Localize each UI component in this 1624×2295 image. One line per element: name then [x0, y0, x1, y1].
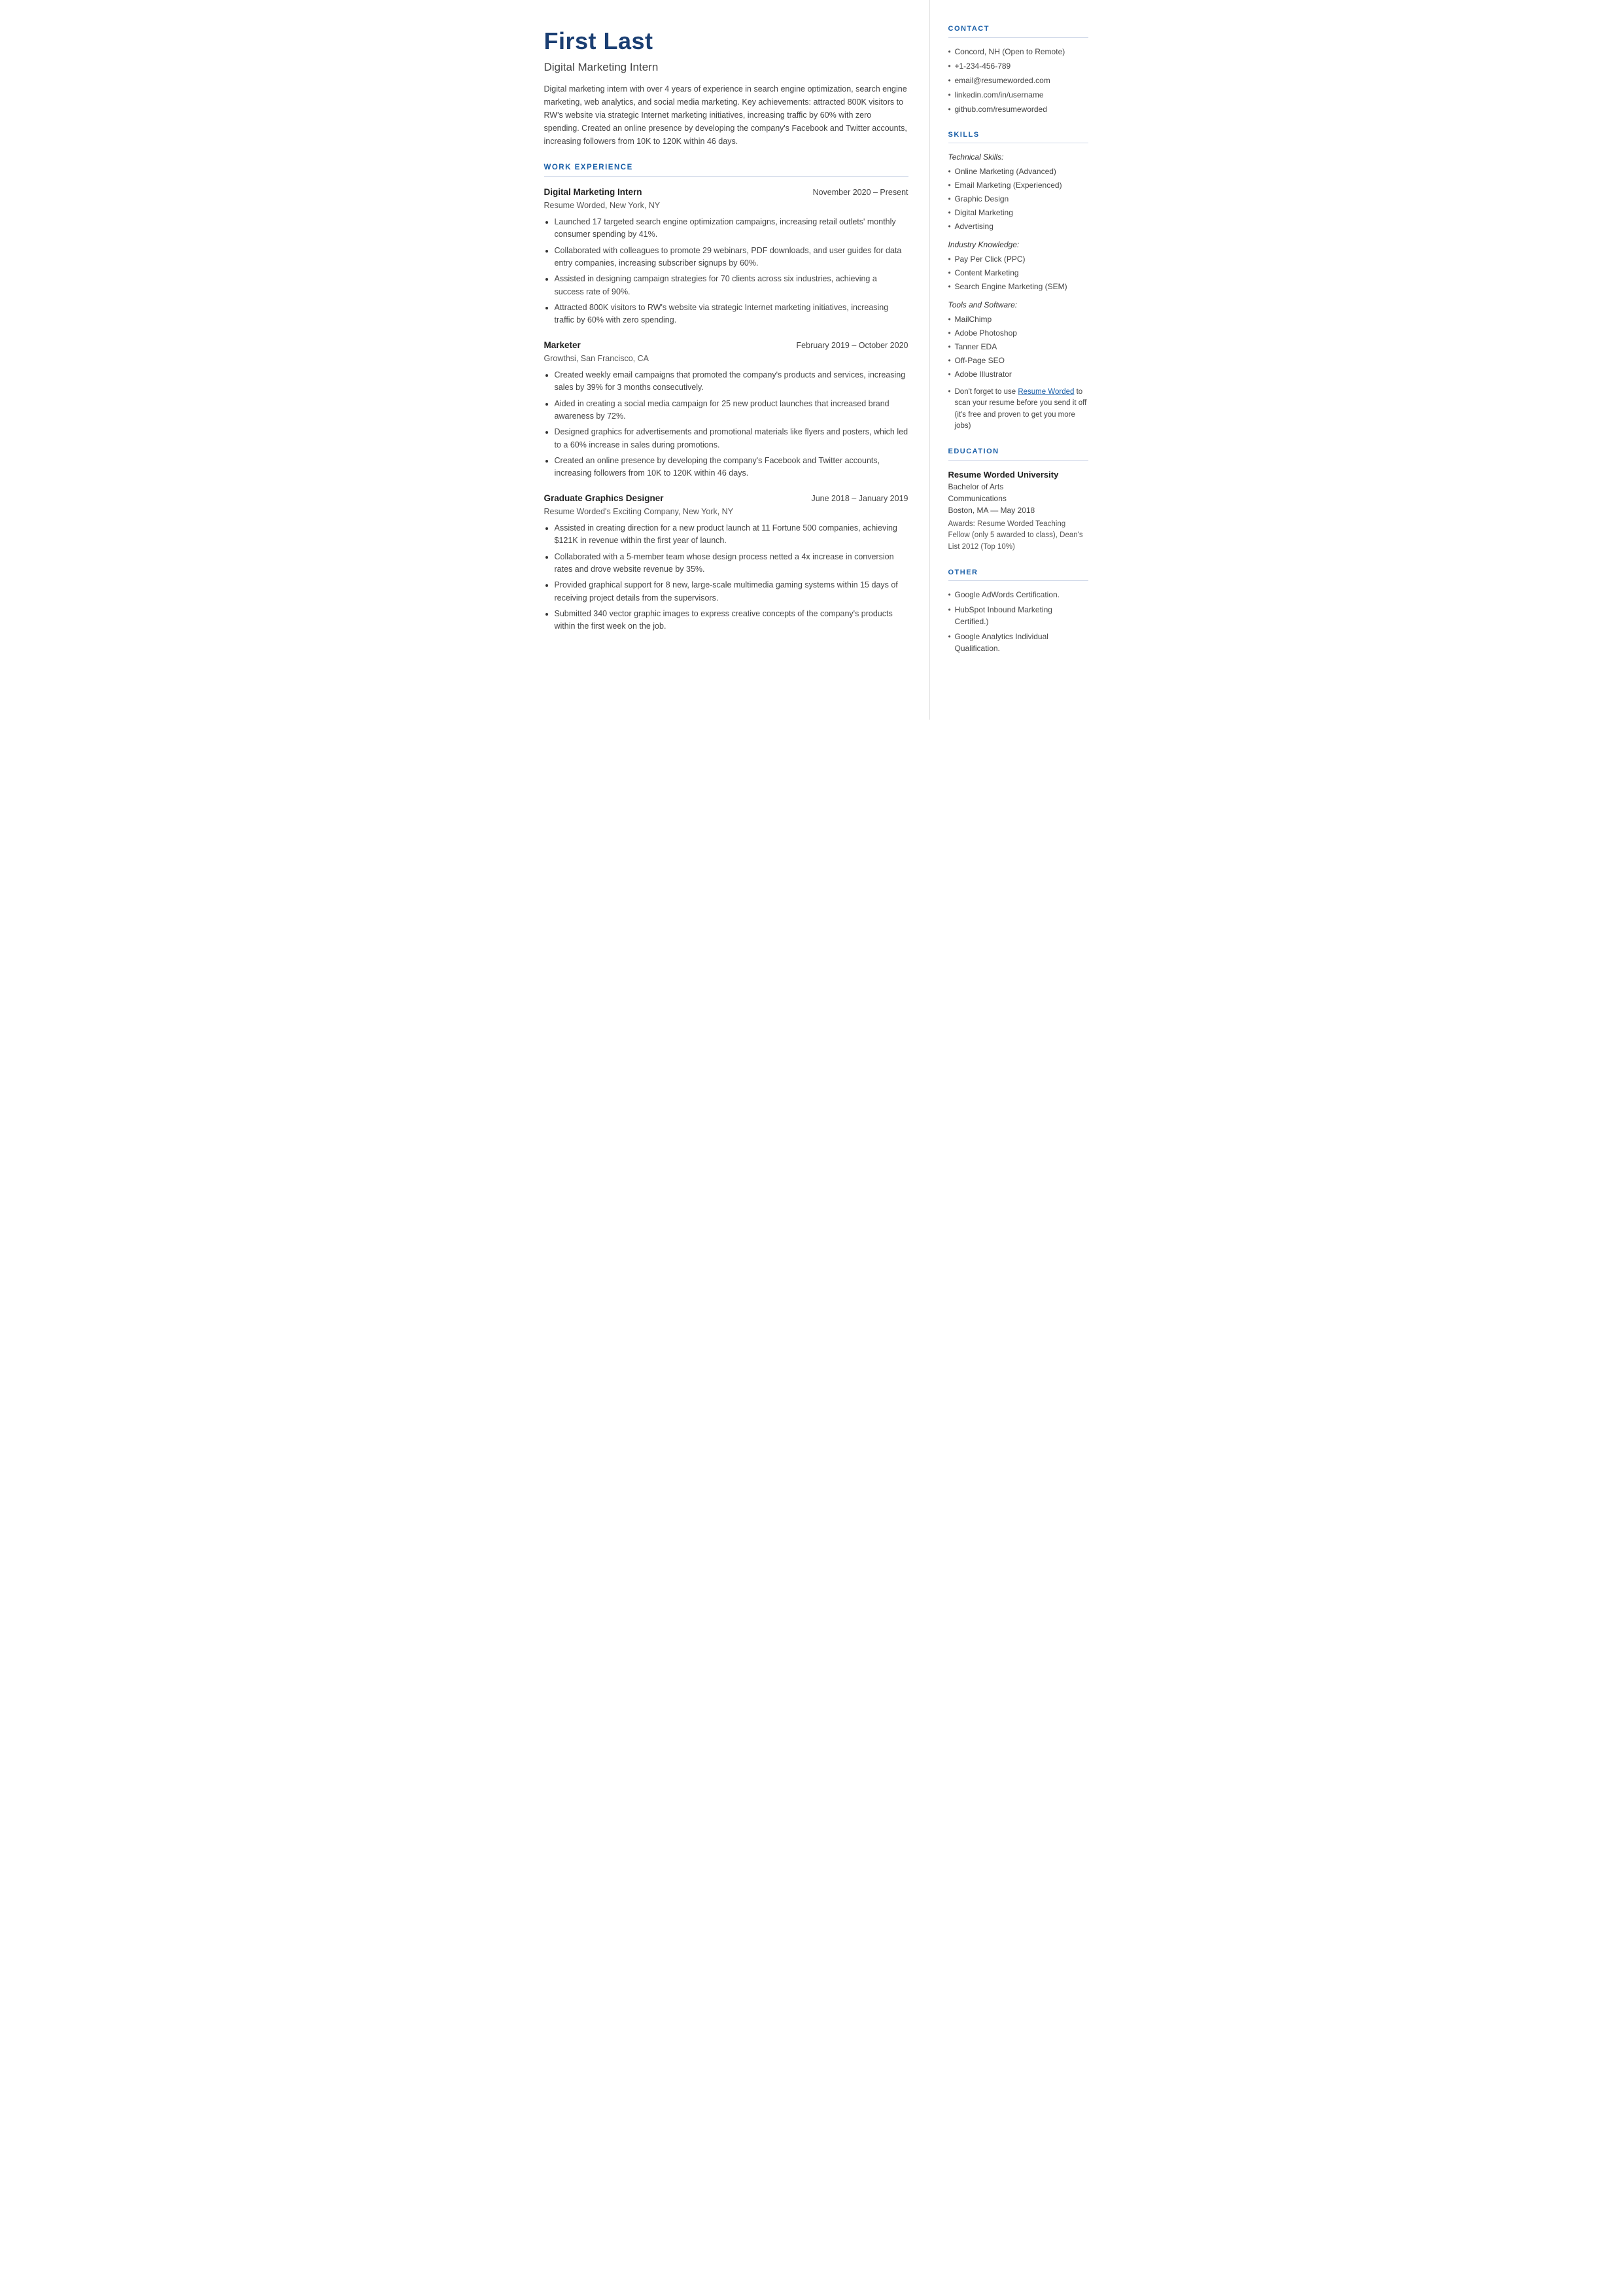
edu-school: Resume Worded University — [948, 468, 1088, 482]
job-title-1: Digital Marketing Intern — [544, 186, 642, 199]
skill-tool-2: Adobe Photoshop — [948, 327, 1088, 339]
bullet-1-3: Assisted in designing campaign strategie… — [555, 273, 908, 298]
skills-tools-label: Tools and Software: — [948, 299, 1088, 311]
edu-field: Communications — [948, 493, 1088, 504]
job-company-2: Growthsi, San Francisco, CA — [544, 353, 908, 365]
job-title: Digital Marketing Intern — [544, 59, 908, 76]
bullet-3-3: Provided graphical support for 8 new, la… — [555, 579, 908, 604]
bullet-1-2: Collaborated with colleagues to promote … — [555, 245, 908, 270]
job-bullets-2: Created weekly email campaigns that prom… — [544, 369, 908, 480]
education-header: EDUCATION — [948, 446, 1088, 461]
job-dates-1: November 2020 – Present — [813, 186, 908, 199]
skills-technical-label: Technical Skills: — [948, 151, 1088, 163]
sidebar: CONTACT Concord, NH (Open to Remote) +1-… — [930, 0, 1107, 720]
skills-technical-list: Online Marketing (Advanced) Email Market… — [948, 166, 1088, 232]
job-bullets-3: Assisted in creating direction for a new… — [544, 522, 908, 633]
bullet-3-2: Collaborated with a 5-member team whose … — [555, 551, 908, 576]
skills-industry-list: Pay Per Click (PPC) Content Marketing Se… — [948, 253, 1088, 292]
job-header-2: Marketer February 2019 – October 2020 — [544, 339, 908, 352]
skill-tool-5: Adobe Illustrator — [948, 368, 1088, 380]
job-bullets-1: Launched 17 targeted search engine optim… — [544, 216, 908, 327]
job-header-1: Digital Marketing Intern November 2020 –… — [544, 186, 908, 199]
bullet-1-4: Attracted 800K visitors to RW's website … — [555, 302, 908, 327]
contact-list: Concord, NH (Open to Remote) +1-234-456-… — [948, 46, 1088, 115]
contact-header: CONTACT — [948, 24, 1088, 38]
contact-phone: +1-234-456-789 — [948, 60, 1088, 72]
promo-pre-text: Don't forget to use — [955, 388, 1018, 396]
edu-degree: Bachelor of Arts — [948, 481, 1088, 493]
work-experience-header: WORK EXPERIENCE — [544, 162, 908, 177]
job-entry-3: Graduate Graphics Designer June 2018 – J… — [544, 492, 908, 633]
bullet-1-1: Launched 17 targeted search engine optim… — [555, 216, 908, 241]
contact-email: email@resumeworded.com — [948, 75, 1088, 86]
job-company-3: Resume Worded's Exciting Company, New Yo… — [544, 506, 908, 518]
summary: Digital marketing intern with over 4 yea… — [544, 82, 908, 148]
job-dates-2: February 2019 – October 2020 — [797, 340, 908, 352]
job-dates-3: June 2018 – January 2019 — [811, 493, 908, 505]
skill-technical-5: Advertising — [948, 220, 1088, 232]
bullet-2-4: Created an online presence by developing… — [555, 455, 908, 480]
resume-page: First Last Digital Marketing Intern Digi… — [518, 0, 1107, 720]
contact-github: github.com/resumeworded — [948, 103, 1088, 115]
skill-technical-1: Online Marketing (Advanced) — [948, 166, 1088, 177]
bullet-3-4: Submitted 340 vector graphic images to e… — [555, 608, 908, 633]
header-section: First Last Digital Marketing Intern Digi… — [544, 24, 908, 148]
skills-industry-label: Industry Knowledge: — [948, 239, 1088, 251]
skill-industry-3: Search Engine Marketing (SEM) — [948, 281, 1088, 292]
other-item-1: Google AdWords Certification. — [948, 589, 1088, 601]
edu-awards: Awards: Resume Worded Teaching Fellow (o… — [948, 519, 1088, 553]
bullet-3-1: Assisted in creating direction for a new… — [555, 522, 908, 548]
skill-tool-3: Tanner EDA — [948, 341, 1088, 353]
job-entry-2: Marketer February 2019 – October 2020 Gr… — [544, 339, 908, 480]
other-header: OTHER — [948, 567, 1088, 582]
job-company-1: Resume Worded, New York, NY — [544, 200, 908, 212]
job-title-3: Graduate Graphics Designer — [544, 492, 664, 505]
skill-industry-2: Content Marketing — [948, 267, 1088, 279]
main-column: First Last Digital Marketing Intern Digi… — [518, 0, 930, 720]
job-entry-1: Digital Marketing Intern November 2020 –… — [544, 186, 908, 327]
job-header-3: Graduate Graphics Designer June 2018 – J… — [544, 492, 908, 505]
skill-technical-3: Graphic Design — [948, 193, 1088, 205]
contact-location: Concord, NH (Open to Remote) — [948, 46, 1088, 58]
skill-technical-4: Digital Marketing — [948, 207, 1088, 219]
skills-header: SKILLS — [948, 130, 1088, 144]
contact-linkedin: linkedin.com/in/username — [948, 89, 1088, 101]
skill-tool-1: MailChimp — [948, 313, 1088, 325]
candidate-name: First Last — [544, 24, 908, 59]
resume-worded-promo: Don't forget to use Resume Worded to sca… — [948, 387, 1088, 432]
skill-technical-2: Email Marketing (Experienced) — [948, 179, 1088, 191]
skill-tool-4: Off-Page SEO — [948, 355, 1088, 366]
education-entry: Resume Worded University Bachelor of Art… — [948, 468, 1088, 553]
bullet-2-1: Created weekly email campaigns that prom… — [555, 369, 908, 394]
resume-worded-link[interactable]: Resume Worded — [1018, 388, 1074, 396]
job-title-2: Marketer — [544, 339, 581, 352]
skills-tools-list: MailChimp Adobe Photoshop Tanner EDA Off… — [948, 313, 1088, 380]
other-item-2: HubSpot Inbound Marketing Certified.) — [948, 604, 1088, 627]
other-item-3: Google Analytics Individual Qualificatio… — [948, 631, 1088, 654]
bullet-2-2: Aided in creating a social media campaig… — [555, 398, 908, 423]
other-list: Google AdWords Certification. HubSpot In… — [948, 589, 1088, 654]
edu-location: Boston, MA — May 2018 — [948, 504, 1088, 516]
bullet-2-3: Designed graphics for advertisements and… — [555, 426, 908, 451]
skill-industry-1: Pay Per Click (PPC) — [948, 253, 1088, 265]
